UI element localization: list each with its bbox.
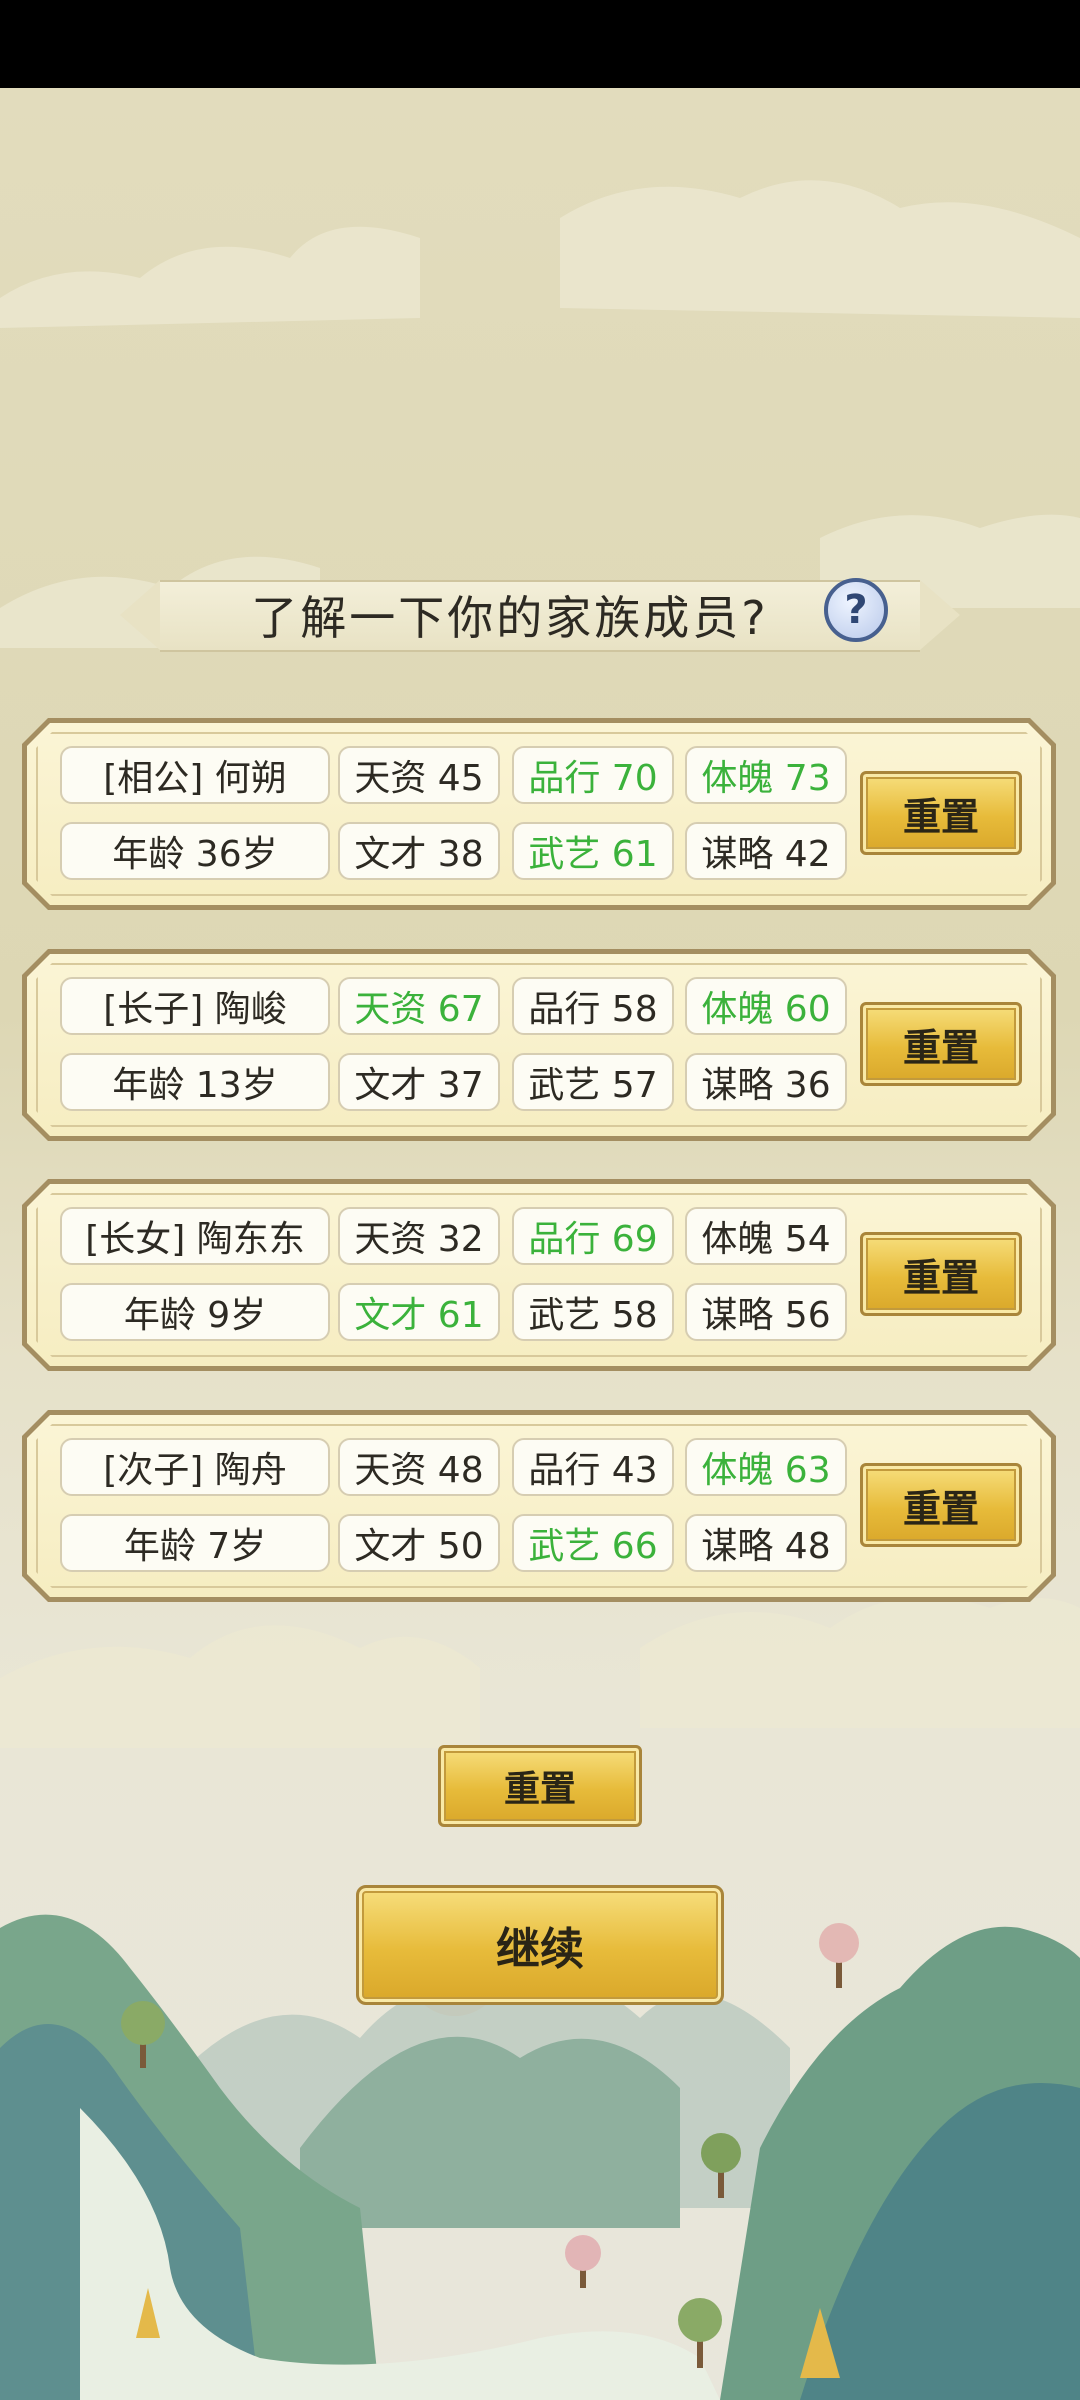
stat-conduct: 品行 43 [512, 1438, 674, 1496]
stat-literacy: 文才 61 [338, 1283, 500, 1341]
help-button[interactable]: ? [824, 578, 888, 642]
stat-literacy: 文才 38 [338, 822, 500, 880]
stat-conduct: 品行 70 [512, 746, 674, 804]
continue-button[interactable]: 继续 [356, 1885, 724, 2005]
stat-talent: 天资 32 [338, 1207, 500, 1265]
member-card: [相公] 何朔 年龄 36岁 天资 45 品行 70 体魄 73 文才 38 武… [22, 718, 1056, 910]
stat-strategy: 谋略 36 [685, 1053, 847, 1111]
stat-physique: 体魄 63 [685, 1438, 847, 1496]
member-name: [长女] 陶东东 [60, 1207, 330, 1265]
member-age: 年龄 9岁 [60, 1283, 330, 1341]
member-age: 年龄 7岁 [60, 1514, 330, 1572]
member-card: [长子] 陶峻 年龄 13岁 天资 67 品行 58 体魄 60 文才 37 武… [22, 949, 1056, 1141]
member-reset-button[interactable]: 重置 [860, 1232, 1022, 1316]
stat-talent: 天资 67 [338, 977, 500, 1035]
question-mark-icon: ? [844, 587, 868, 633]
stat-physique: 体魄 54 [685, 1207, 847, 1265]
reset-all-button[interactable]: 重置 [438, 1745, 642, 1827]
game-screen: 了解一下你的家族成员? ? [相公] 何朔 年龄 36岁 天资 45 品行 70… [0, 88, 1080, 2400]
member-card: [长女] 陶东东 年龄 9岁 天资 32 品行 69 体魄 54 文才 61 武… [22, 1179, 1056, 1371]
stat-conduct: 品行 58 [512, 977, 674, 1035]
title-banner: 了解一下你的家族成员? ? [120, 574, 960, 654]
member-name: [次子] 陶舟 [60, 1438, 330, 1496]
status-bar [0, 0, 1080, 88]
stat-martial: 武艺 66 [512, 1514, 674, 1572]
stat-physique: 体魄 60 [685, 977, 847, 1035]
stat-talent: 天资 48 [338, 1438, 500, 1496]
member-reset-button[interactable]: 重置 [860, 771, 1022, 855]
member-name: [相公] 何朔 [60, 746, 330, 804]
stat-martial: 武艺 61 [512, 822, 674, 880]
stat-conduct: 品行 69 [512, 1207, 674, 1265]
stat-strategy: 谋略 56 [685, 1283, 847, 1341]
stat-strategy: 谋略 48 [685, 1514, 847, 1572]
member-name: [长子] 陶峻 [60, 977, 330, 1035]
stat-strategy: 谋略 42 [685, 822, 847, 880]
stat-martial: 武艺 58 [512, 1283, 674, 1341]
stat-literacy: 文才 50 [338, 1514, 500, 1572]
stat-physique: 体魄 73 [685, 746, 847, 804]
member-card: [次子] 陶舟 年龄 7岁 天资 48 品行 43 体魄 63 文才 50 武艺… [22, 1410, 1056, 1602]
stat-martial: 武艺 57 [512, 1053, 674, 1111]
member-age: 年龄 36岁 [60, 822, 330, 880]
member-reset-button[interactable]: 重置 [860, 1463, 1022, 1547]
member-reset-button[interactable]: 重置 [860, 1002, 1022, 1086]
stat-talent: 天资 45 [338, 746, 500, 804]
member-age: 年龄 13岁 [60, 1053, 330, 1111]
stat-literacy: 文才 37 [338, 1053, 500, 1111]
